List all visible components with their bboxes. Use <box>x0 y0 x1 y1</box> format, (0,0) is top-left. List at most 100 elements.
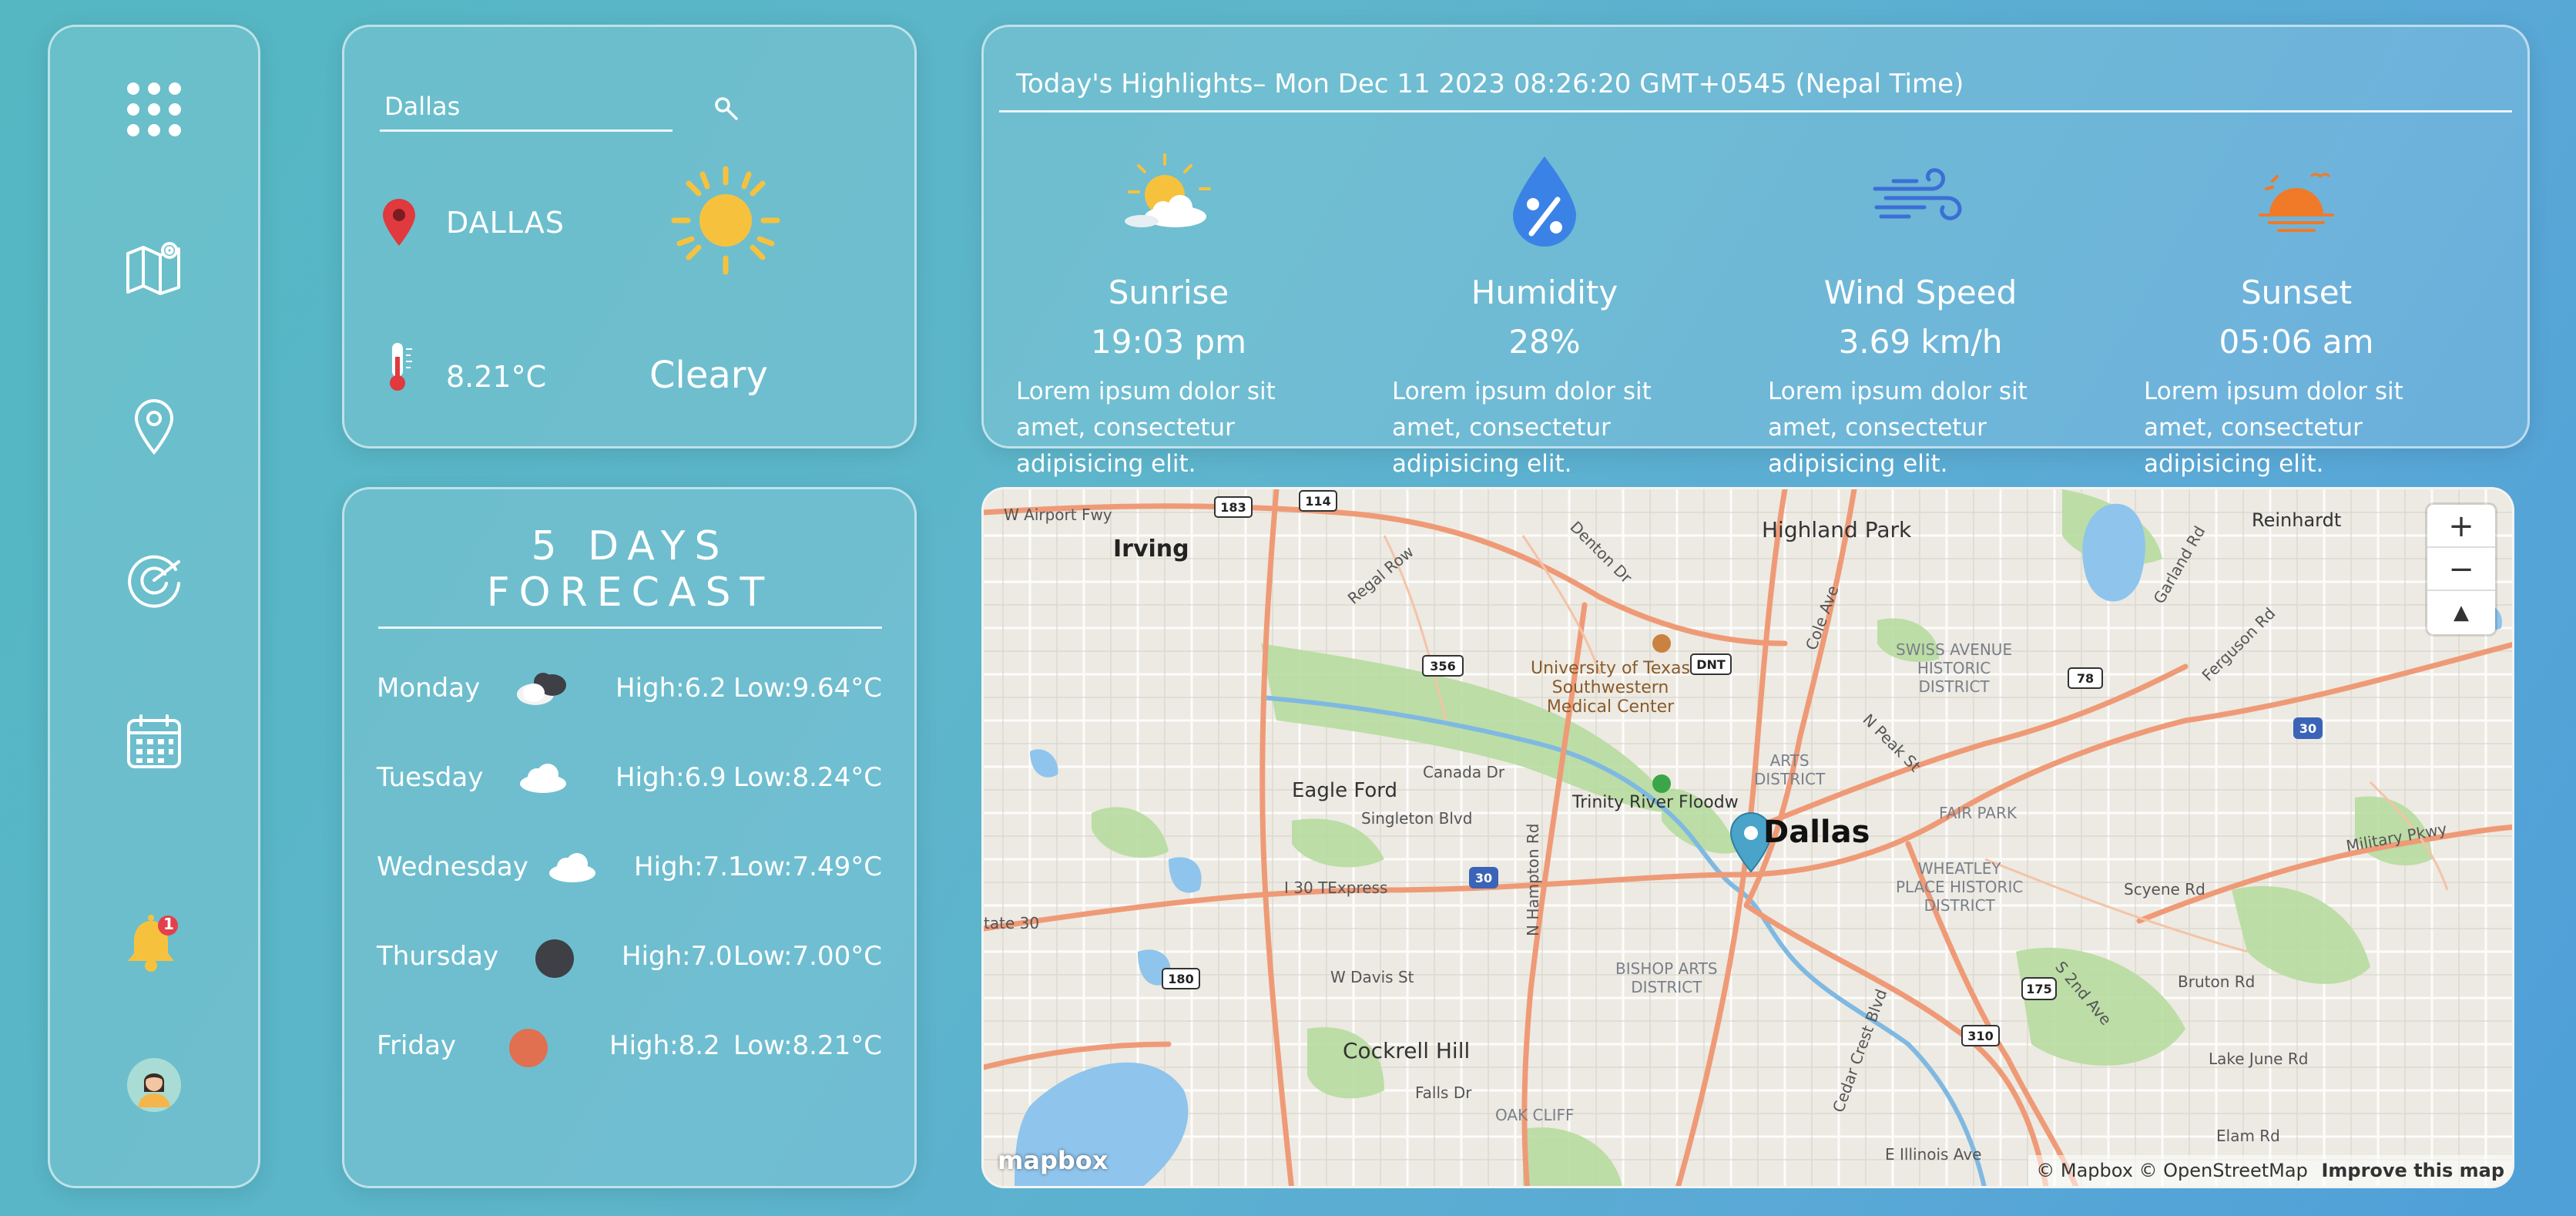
location-pin-icon[interactable] <box>132 397 176 459</box>
compass-reset-button[interactable]: ▲ <box>2427 591 2495 634</box>
city-search-input[interactable] <box>380 89 673 132</box>
highlight-description: Lorem ipsum dolor sit amet, consectetur … <box>1016 378 1276 478</box>
notification-badge: 1 <box>163 915 174 933</box>
zoom-in-button[interactable]: + <box>2427 505 2495 548</box>
humidity-drop-icon <box>1502 150 1587 254</box>
map-canvas[interactable]: W Airport Fwy Regal Row Canada Dr Single… <box>984 489 2514 1188</box>
current-temperature: 8.21°C <box>446 360 547 394</box>
city-map[interactable]: W Airport Fwy Regal Row Canada Dr Single… <box>981 487 2514 1188</box>
place-label: University of Texas Southwestern Medical… <box>1531 659 1690 717</box>
forecast-card: 5 DAYS FORECAST Monday High:6.2 Low:9.64… <box>342 487 917 1188</box>
place-label: Reinhardt <box>2252 509 2342 531</box>
road-label: N Hampton Rd <box>1524 824 1542 937</box>
forecast-high: High:7.0 <box>622 941 733 972</box>
svg-text:183: 183 <box>1220 500 1246 515</box>
road-label: Scyene Rd <box>2124 880 2205 899</box>
zoom-out-button[interactable]: − <box>2427 548 2495 591</box>
svg-text:310: 310 <box>1967 1029 1993 1043</box>
road-label: tate 30 <box>984 914 1039 932</box>
place-label: Trinity River Floodw <box>1572 793 1739 812</box>
highlight-description: Lorem ipsum dolor sit amet, consectetur … <box>1392 378 1652 478</box>
svg-text:175: 175 <box>2026 982 2051 996</box>
highlights-card: Today's Highlights– Mon Dec 11 2023 08:2… <box>981 25 2530 478</box>
route-shield: 114 <box>1299 490 1337 512</box>
highlight-description: Lorem ipsum dolor sit amet, consectetur … <box>1768 378 2028 478</box>
current-weather-card: DALLAS 8.21°C Cleary <box>342 25 917 448</box>
poi-marker[interactable] <box>1652 774 1671 793</box>
poi-marker[interactable] <box>1652 634 1671 653</box>
road-label: Falls Dr <box>1415 1083 1472 1102</box>
district-label: BISHOP ARTS DISTRICT <box>1615 959 1718 996</box>
forecast-day: Friday <box>377 1030 457 1061</box>
forecast-row: Wednesday High:7.1 Low:7.49°C <box>377 842 882 896</box>
road-label: Canada Dr <box>1423 763 1505 781</box>
sunset-icon <box>2246 150 2346 254</box>
route-shield: 175 <box>2021 977 2057 1000</box>
forecast-row: Friday High:8.2 Low:8.21°C <box>377 1021 882 1075</box>
forecast-low: Low:7.00°C <box>733 941 882 972</box>
road-label: Bruton Rd <box>2178 972 2255 991</box>
svg-text:30: 30 <box>2299 721 2316 736</box>
district-label: ARTS DISTRICT <box>1754 751 1826 788</box>
highlight-description: Lorem ipsum dolor sit amet, consectetur … <box>2144 378 2403 478</box>
district-label: OAK CLIFF <box>1495 1106 1575 1124</box>
district-label: SWISS AVENUE HISTORIC DISTRICT <box>1896 640 2013 696</box>
forecast-high: High:8.2 <box>609 1030 720 1061</box>
road-label: Singleton Blvd <box>1361 809 1472 828</box>
svg-text:78: 78 <box>2077 671 2094 686</box>
highlight-value: 19:03 pm <box>1091 323 1246 361</box>
highlight-name: Sunrise <box>1108 274 1229 311</box>
place-label: Highland Park <box>1762 517 1912 542</box>
sidebar: 1 <box>48 25 260 1188</box>
search-icon[interactable] <box>711 93 742 127</box>
svg-text:180: 180 <box>1168 972 1193 986</box>
mapbox-logo[interactable]: mapbox <box>998 1146 1108 1175</box>
highlights-title: Today's Highlights– Mon Dec 11 2023 08:2… <box>999 69 2512 113</box>
route-shield: 78 <box>2068 667 2103 689</box>
map-attribution: © Mapbox © OpenStreetMap Improve this ma… <box>2028 1155 2512 1186</box>
forecast-high: High:7.1 <box>634 852 745 882</box>
route-shield: 180 <box>1162 968 1200 989</box>
svg-text:30: 30 <box>1475 871 1492 885</box>
apps-grid-icon[interactable] <box>126 81 183 141</box>
svg-text:DNT: DNT <box>1696 657 1726 672</box>
forecast-low: Low:8.21°C <box>733 1030 882 1061</box>
cloud-icon <box>545 847 599 892</box>
place-label: Irving <box>1113 536 1189 563</box>
highlight-value: 05:06 am <box>2219 323 2374 361</box>
attribution-text[interactable]: © Mapbox © OpenStreetMap <box>2036 1160 2308 1181</box>
sun-cloud-icon <box>1119 150 1219 254</box>
sun-icon <box>668 163 783 281</box>
cloud-icon <box>515 757 569 803</box>
road-label: Elam Rd <box>2216 1127 2280 1145</box>
forecast-low: Low:7.49°C <box>733 852 882 882</box>
wind-icon <box>1870 150 1971 254</box>
calendar-icon[interactable] <box>126 713 183 773</box>
improve-map-link[interactable]: Improve this map <box>2321 1160 2504 1181</box>
place-label: Eagle Ford <box>1292 779 1398 802</box>
forecast-row: Tuesday High:6.9 Low:8.24°C <box>377 753 882 807</box>
map-icon[interactable] <box>125 238 183 298</box>
dark-cloud-icon <box>514 663 572 717</box>
district-label: FAIR PARK <box>1939 804 2017 822</box>
red-circle-icon <box>508 1027 549 1076</box>
district-label: WHEATLEY PLACE HISTORIC DISTRICT <box>1896 859 2024 915</box>
svg-text:356: 356 <box>1430 659 1455 674</box>
forecast-high: High:6.9 <box>615 762 726 793</box>
highlight-value: 3.69 km/h <box>1838 323 2003 361</box>
thermometer-icon <box>383 340 417 395</box>
current-condition: Cleary <box>649 354 768 397</box>
road-label: I 30 TExpress <box>1284 878 1387 897</box>
radar-icon[interactable] <box>125 551 183 613</box>
svg-text:114: 114 <box>1305 494 1330 509</box>
route-shield: 356 <box>1422 655 1464 677</box>
notification-bell-icon[interactable]: 1 <box>123 910 185 976</box>
highlight-value: 28% <box>1508 323 1581 361</box>
forecast-high: High:6.2 <box>615 673 726 704</box>
forecast-day: Thursday <box>377 941 499 972</box>
highlight-name: Sunset <box>2240 274 2353 311</box>
forecast-row: Thursday High:7.0 Low:7.00°C <box>377 932 882 986</box>
route-shield: 30 <box>1469 867 1498 888</box>
user-avatar-icon[interactable] <box>127 1058 181 1115</box>
forecast-low: Low:8.24°C <box>733 762 882 793</box>
